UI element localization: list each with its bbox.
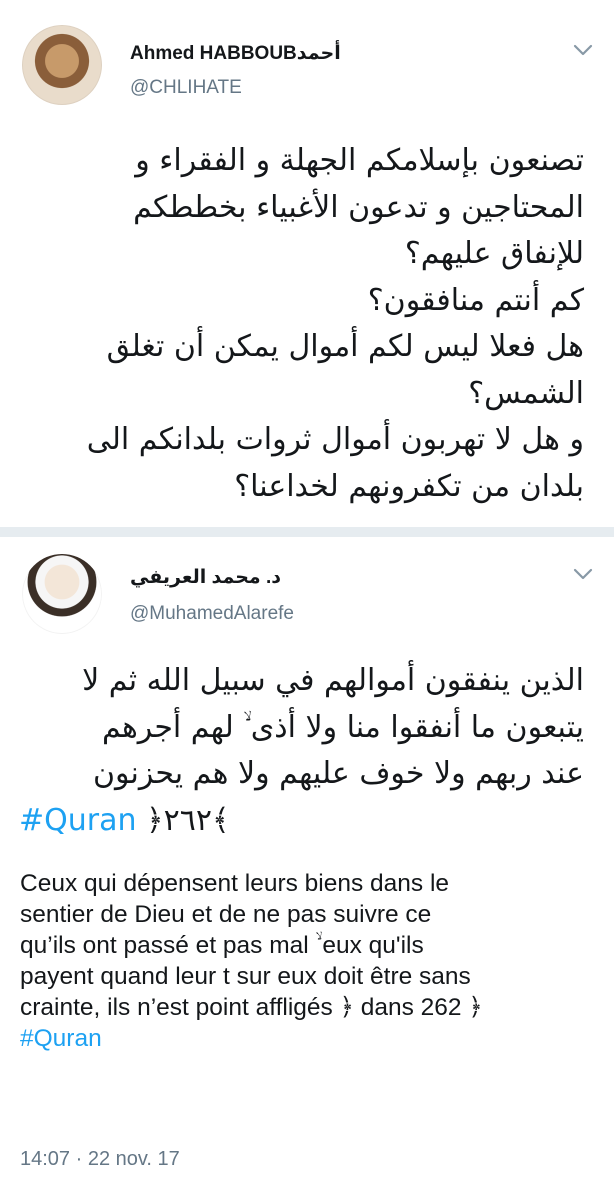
verse-reference: ﴿٢٦٢﴾: [146, 802, 230, 838]
tweet-text: تصنعون بإسلامكم الجهلة و الفقراء و المحت…: [19, 138, 584, 510]
tweet-text-line: Ceux qui dépensent leurs biens dans le: [20, 870, 450, 897]
chevron-down-icon[interactable]: [572, 42, 594, 58]
tweet-text-line: هل فعلا ليس لكم أموال يمكن أن تغلق: [106, 329, 584, 364]
tweet-text-line: كم أنتم منافقون؟: [367, 282, 584, 318]
tweet-text-line: #Quran ﴿٢٦٢﴾: [19, 798, 584, 845]
author-handle[interactable]: @MuhamedAlarefe: [130, 603, 294, 625]
tweet-text-line: بلدان من تكفرونهم لخداعنا؟: [234, 468, 584, 504]
tweet-separator: [0, 527, 614, 537]
hashtag-link[interactable]: #Quran: [20, 1023, 600, 1054]
author-handle[interactable]: @CHLIHATE: [130, 77, 242, 99]
tweet-text-line: sentier de Dieu et de ne pas suivre ce: [20, 901, 432, 928]
tweet-text-line: payent quand leur t sur eux doit être sa…: [20, 963, 471, 990]
tweet-text-arabic: الذين ينفقون أموالهم في سبيل الله ثم لا …: [19, 658, 584, 844]
author-name[interactable]: د. محمد العريفي: [130, 566, 281, 589]
avatar[interactable]: [22, 554, 102, 634]
tweet-text-line: qu’ils ont passé et pas mal ۙ eux qu'ils: [20, 932, 424, 959]
tweet-text-line: تصنعون بإسلامكم الجهلة و الفقراء و: [135, 143, 584, 178]
tweet-text-line: المحتاجين و تدعون الأغبياء بخططكم: [133, 189, 584, 225]
hashtag-link[interactable]: #Quran: [19, 803, 137, 838]
author-name[interactable]: Ahmed HABBOUBأحمد: [130, 42, 341, 65]
tweet-text-line: عند ربهم ولا خوف عليهم ولا هم يحزنون: [92, 756, 584, 791]
tweet-card-1[interactable]: Ahmed HABBOUBأحمد @CHLIHATE تصنعون بإسلا…: [0, 0, 614, 527]
tweet-text-line: الشمس؟: [468, 375, 584, 411]
tweet-text-french: Ceux qui dépensent leurs biens dans le s…: [20, 868, 600, 1054]
chevron-down-icon[interactable]: [572, 566, 594, 582]
tweet-text-line: للإنفاق عليهم؟: [404, 236, 584, 271]
tweet-text-line: و هل لا تهربون أموال ثروات بلدانكم الى: [86, 422, 584, 457]
tweet-text-line: يتبعون ما أنفقوا منا ولا أذى ۙ لهم أجرهم: [102, 709, 584, 745]
tweet-text-line: crainte, ils n’est point affligés ﴿ dans…: [20, 994, 483, 1021]
tweet-timestamp[interactable]: 14:07 · 22 nov. 17: [20, 1148, 180, 1171]
avatar[interactable]: [22, 25, 102, 105]
tweet-text-line: الذين ينفقون أموالهم في سبيل الله ثم لا: [82, 663, 584, 698]
